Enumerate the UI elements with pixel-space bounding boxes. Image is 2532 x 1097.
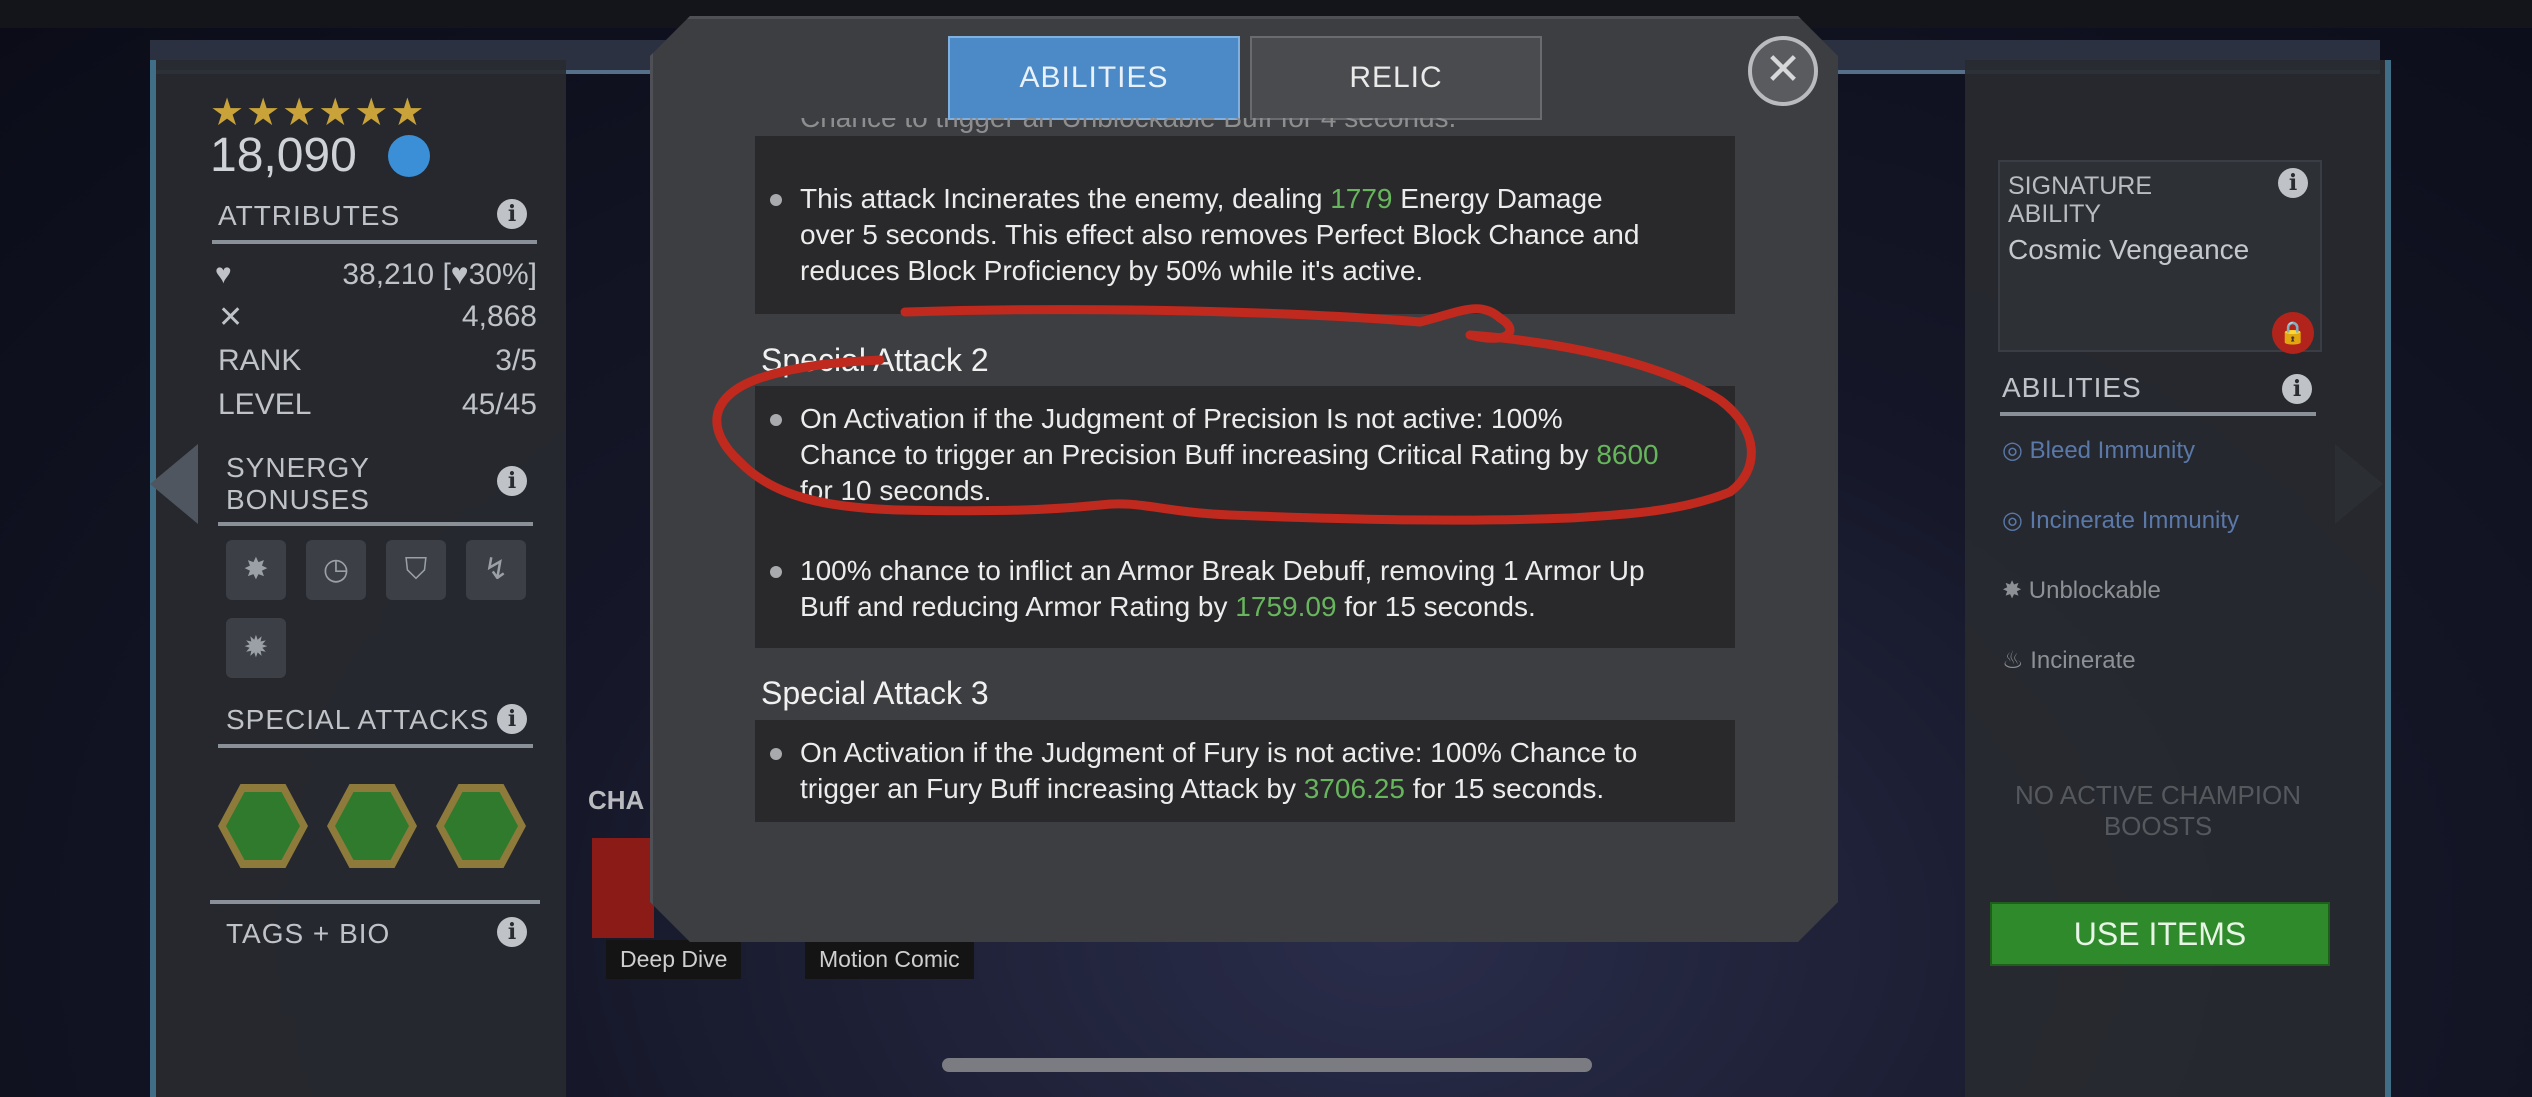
home-indicator — [942, 1058, 1592, 1072]
red-annotation-circle — [712, 304, 1756, 525]
